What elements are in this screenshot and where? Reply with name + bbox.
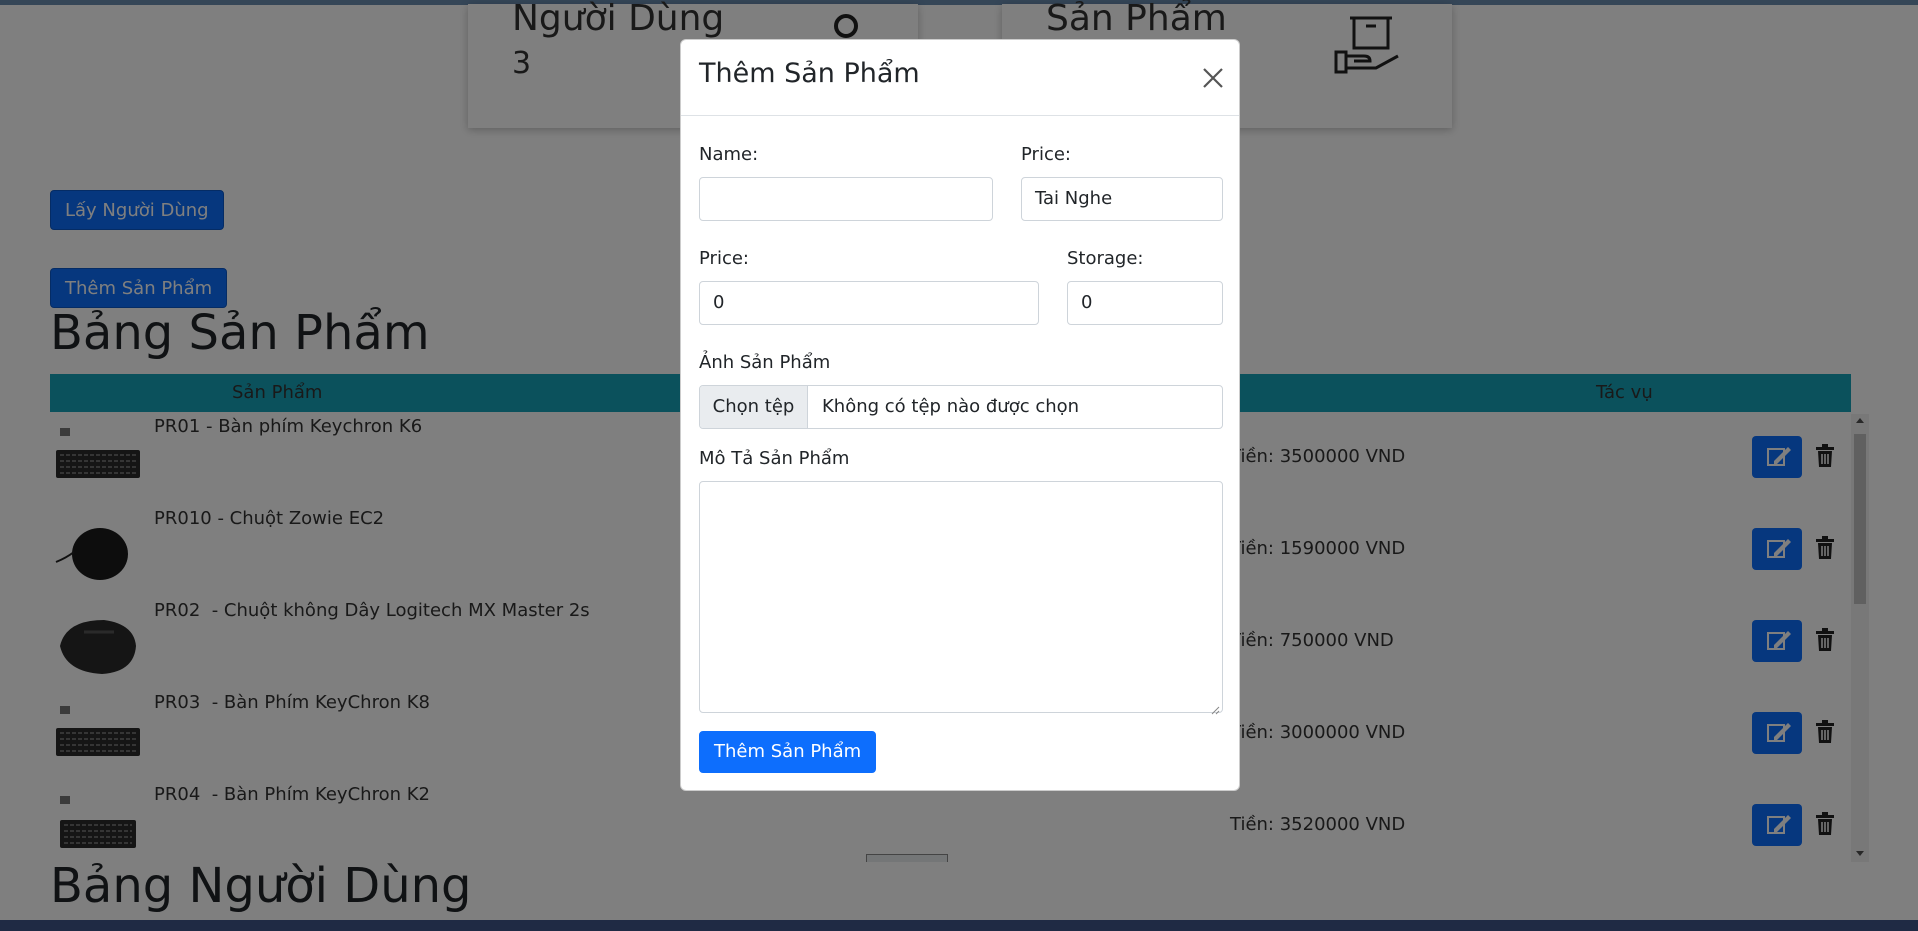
price-label: Price: [1021,144,1071,165]
storage-label: Storage: [1067,248,1144,269]
image-file-input[interactable]: Chọn tệp Không có tệp nào được chọn [699,385,1223,429]
close-icon[interactable] [1201,66,1225,90]
add-product-modal: Thêm Sản Phẩm Name: Price: Tai Nghe Pric… [680,39,1240,791]
price-field[interactable]: 0 [699,281,1039,325]
modal-title: Thêm Sản Phẩm [699,58,920,89]
description-label: Mô Tả Sản Phẩm [699,448,850,469]
name-label: Name: [699,144,759,165]
submit-add-product-button[interactable]: Thêm Sản Phẩm [699,731,877,773]
resize-grip-icon[interactable] [1210,700,1220,715]
category-field[interactable]: Tai Nghe [1021,177,1223,221]
description-textarea[interactable] [699,481,1223,715]
modal-header: Thêm Sản Phẩm [681,40,1239,116]
image-label: Ảnh Sản Phẩm [699,352,831,373]
file-status-text: Không có tệp nào được chọn [822,396,1080,417]
os-taskbar [0,920,1918,931]
storage-field[interactable]: 0 [1067,281,1223,325]
name-field[interactable] [699,177,993,221]
choose-file-button[interactable]: Chọn tệp [700,386,808,428]
price-label: Price: [699,248,749,269]
